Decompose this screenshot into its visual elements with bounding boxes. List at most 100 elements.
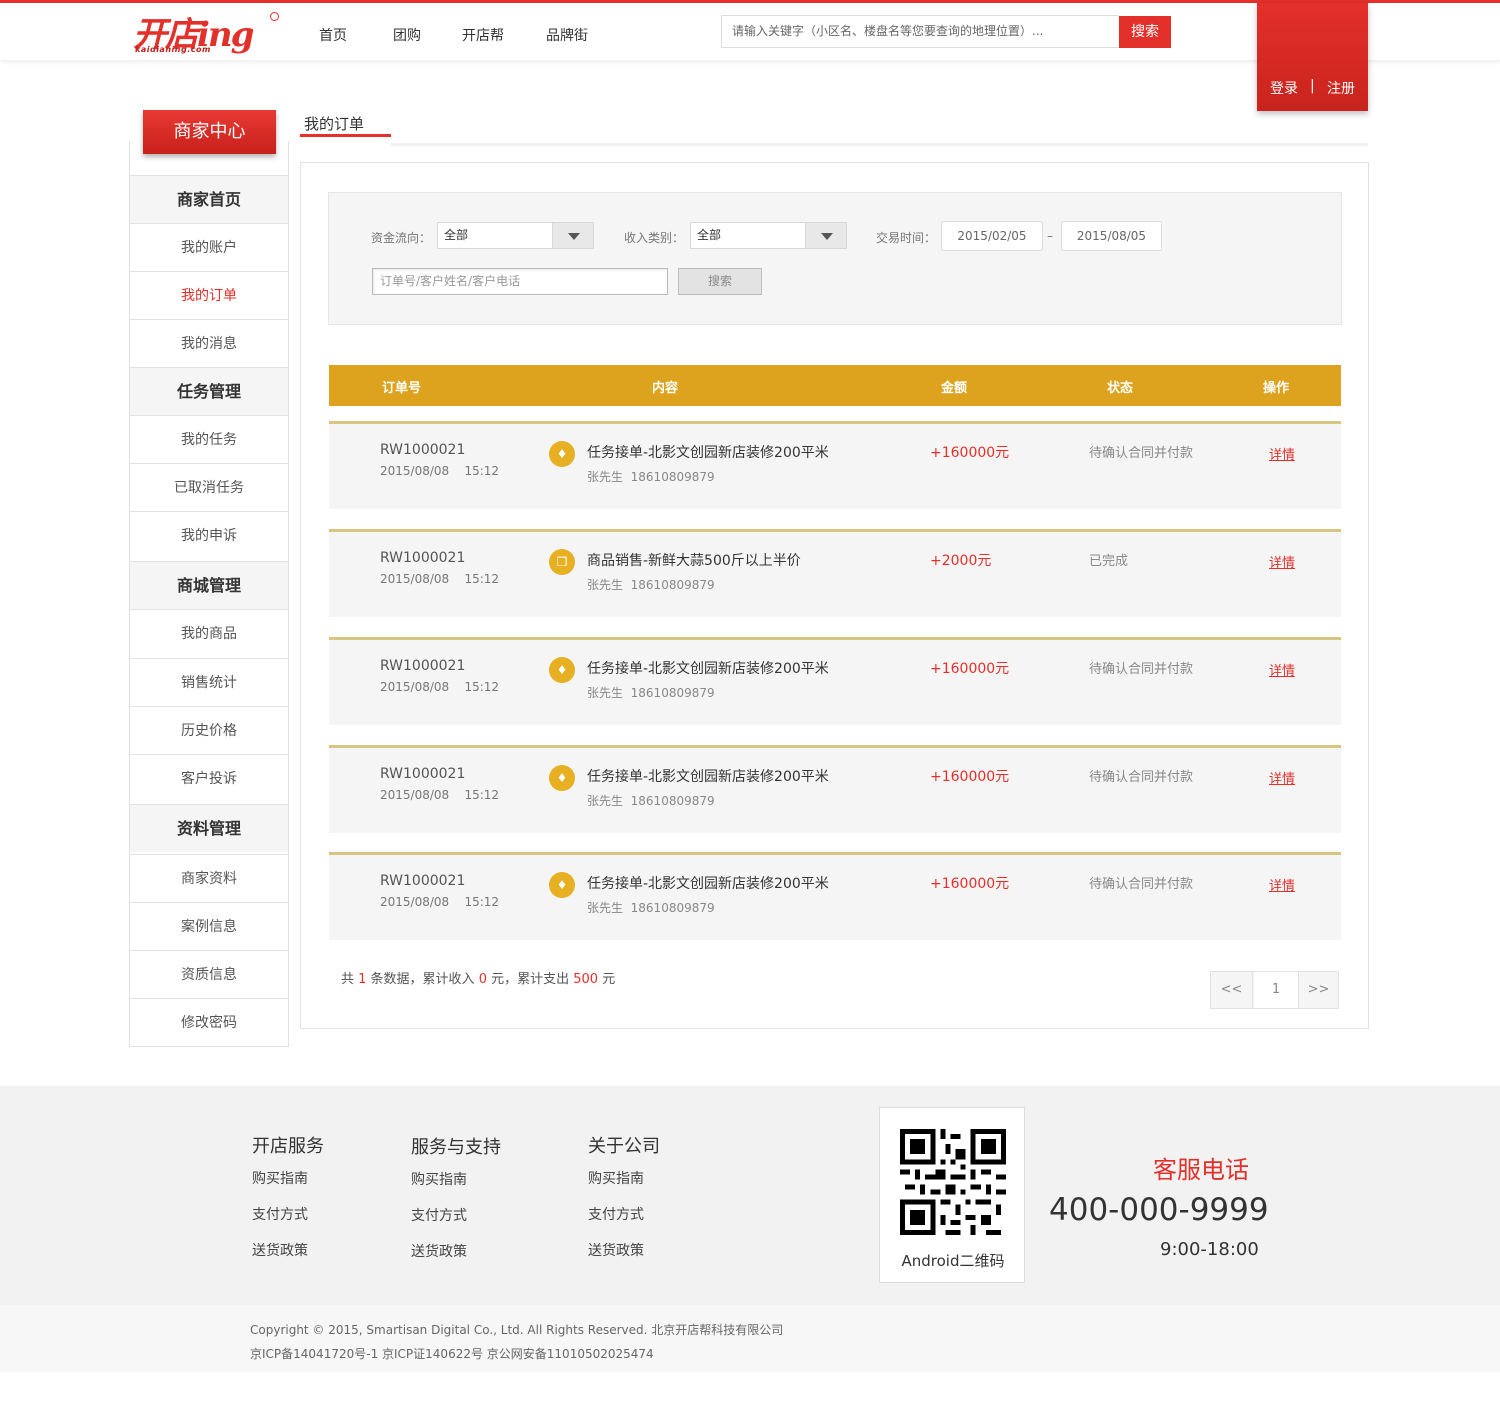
- sidebar-item-my-messages[interactable]: 我的消息: [130, 319, 288, 367]
- col-status: 状态: [1107, 381, 1134, 396]
- tag-icon: ♦: [549, 441, 575, 467]
- trade-time-label: 交易时间：: [876, 231, 937, 245]
- sidebar-item-price-history[interactable]: 历史价格: [130, 706, 288, 754]
- footer-link[interactable]: 送货政策: [252, 1240, 308, 1260]
- footer-link[interactable]: 购买指南: [588, 1168, 644, 1188]
- sidebar-item-change-password[interactable]: 修改密码: [130, 998, 288, 1046]
- qr-code-icon: [900, 1129, 1006, 1235]
- sidebar-item-my-appeals[interactable]: 我的申诉: [130, 511, 288, 559]
- nav-group-buy[interactable]: 团购: [393, 25, 421, 45]
- logo-domain: kaidianing.com: [135, 45, 211, 54]
- nav-kaidianbang[interactable]: 开店帮: [462, 25, 504, 45]
- order-id: RW1000021: [380, 873, 466, 889]
- order-customer: 张先生 18610809879: [587, 686, 715, 700]
- sidebar-title: 商家中心: [143, 110, 276, 154]
- col-amount: 金额: [941, 381, 968, 396]
- site-logo[interactable]: 开店ing kaidianing.com: [133, 12, 279, 57]
- footer-link[interactable]: 送货政策: [588, 1240, 644, 1260]
- detail-link[interactable]: 详情: [1269, 444, 1295, 463]
- sidebar-group-merchant-home[interactable]: 商家首页: [130, 175, 288, 223]
- icp-text: 京ICP备14041720号-1 京ICP证140622号 京公网安备11010…: [250, 1347, 654, 1361]
- sidebar-item-cancelled-tasks[interactable]: 已取消任务: [130, 463, 288, 511]
- sidebar-item-merchant-profile[interactable]: 商家资料: [130, 854, 288, 902]
- sidebar-item-my-orders[interactable]: 我的订单: [130, 271, 288, 319]
- footer-link[interactable]: 送货政策: [411, 1241, 467, 1261]
- detail-link[interactable]: 详情: [1269, 875, 1295, 894]
- detail-link[interactable]: 详情: [1269, 768, 1295, 787]
- date-to-input[interactable]: 2015/08/05: [1061, 221, 1162, 251]
- footer-link[interactable]: 支付方式: [252, 1204, 308, 1224]
- income-type-select[interactable]: 全部: [690, 222, 847, 249]
- flow-select[interactable]: 全部: [437, 222, 594, 249]
- login-link[interactable]: 登录: [1270, 78, 1298, 98]
- order-amount: +160000元: [930, 445, 1010, 461]
- register-link[interactable]: 注册: [1327, 78, 1355, 98]
- orders-summary: 共 1 条数据，累计收入 0 元，累计支出 500 元: [341, 972, 616, 987]
- col-action: 操作: [1263, 381, 1290, 396]
- date-from-input[interactable]: 2015/02/05: [941, 221, 1043, 251]
- keyword-search-input[interactable]: 订单号/客户姓名/客户电话: [372, 268, 668, 295]
- header-search-input[interactable]: 请输入关键字（小区名、楼盘名等您要查询的地理位置）...: [721, 15, 1119, 48]
- logo-tm: [270, 12, 279, 21]
- goods-icon: ❐: [549, 549, 575, 575]
- service-hours: 9:00-18:00: [1160, 1239, 1259, 1260]
- pager-prev[interactable]: <<: [1211, 972, 1253, 1008]
- login-separator: |: [1310, 78, 1315, 94]
- table-row: RW1000021 2015/08/08 15:12 ❐ 商品销售-新鲜大蒜50…: [329, 529, 1341, 617]
- table-row: RW1000021 2015/08/08 15:12 ♦ 任务接单-北影文创园新…: [329, 852, 1341, 940]
- login-panel: 登录 | 注册: [1257, 3, 1368, 111]
- detail-link[interactable]: 详情: [1269, 552, 1295, 571]
- chevron-down-icon: [805, 223, 846, 248]
- pager-page-1[interactable]: 1: [1254, 972, 1298, 1008]
- chevron-down-icon: [552, 223, 593, 248]
- income-type-label: 收入类别：: [624, 231, 685, 245]
- nav-brand-street[interactable]: 品牌街: [546, 25, 588, 45]
- page-title-underline: [300, 134, 391, 137]
- footer-link[interactable]: 购买指南: [411, 1169, 467, 1189]
- col-content: 内容: [652, 381, 679, 396]
- sidebar-item-sales-stats[interactable]: 销售统计: [130, 658, 288, 706]
- order-status: 待确认合同并付款: [1089, 770, 1194, 785]
- copyright-text: Copyright © 2015, Smartisan Digital Co.,…: [250, 1323, 784, 1337]
- page-title: 我的订单: [304, 115, 365, 133]
- date-separator: –: [1047, 229, 1053, 243]
- footer-col-title: 开店服务: [252, 1136, 324, 1157]
- table-row: RW1000021 2015/08/08 15:12 ♦ 任务接单-北影文创园新…: [329, 421, 1341, 509]
- sidebar-item-my-products[interactable]: 我的商品: [130, 609, 288, 657]
- order-customer: 张先生 18610809879: [587, 901, 715, 915]
- order-datetime: 2015/08/08 15:12: [380, 680, 500, 694]
- order-customer: 张先生 18610809879: [587, 794, 715, 808]
- sidebar-item-my-account[interactable]: 我的账户: [130, 223, 288, 271]
- order-id: RW1000021: [380, 658, 466, 674]
- detail-link[interactable]: 详情: [1269, 660, 1295, 679]
- sidebar-group-task-management[interactable]: 任务管理: [130, 367, 288, 415]
- footer-link[interactable]: 支付方式: [588, 1204, 644, 1224]
- order-customer: 张先生 18610809879: [587, 470, 715, 484]
- order-title: 任务接单-北影文创园新店装修200平米: [587, 876, 829, 892]
- order-title: 任务接单-北影文创园新店装修200平米: [587, 769, 829, 785]
- header-search-button[interactable]: 搜索: [1119, 16, 1171, 48]
- sidebar: 商家首页 我的账户 我的订单 我的消息 任务管理 我的任务 已取消任务 我的申诉…: [129, 141, 289, 1047]
- orders-table-header: 订单号 内容 金额 状态 操作: [329, 365, 1341, 406]
- sidebar-item-complaints[interactable]: 客户投诉: [130, 754, 288, 802]
- filter-search-button[interactable]: 搜索: [678, 268, 762, 295]
- order-datetime: 2015/08/08 15:12: [380, 895, 500, 909]
- footer-link[interactable]: 支付方式: [411, 1205, 467, 1225]
- page-title-divider: [391, 143, 1368, 146]
- flow-label: 资金流向：: [371, 231, 432, 245]
- footer-link[interactable]: 购买指南: [252, 1168, 308, 1188]
- tag-icon: ♦: [549, 765, 575, 791]
- qr-code-label: Android二维码: [901, 1252, 1005, 1270]
- sidebar-item-case-info[interactable]: 案例信息: [130, 902, 288, 950]
- site-footer: [0, 1086, 1500, 1305]
- sidebar-item-my-tasks[interactable]: 我的任务: [130, 415, 288, 463]
- order-title: 任务接单-北影文创园新店装修200平米: [587, 445, 829, 461]
- pager-next[interactable]: >>: [1298, 972, 1338, 1008]
- tag-icon: ♦: [549, 872, 575, 898]
- sidebar-group-profile-management[interactable]: 资料管理: [130, 804, 288, 852]
- sidebar-group-mall-management[interactable]: 商城管理: [130, 561, 288, 609]
- flow-select-value: 全部: [444, 228, 469, 242]
- table-row: RW1000021 2015/08/08 15:12 ♦ 任务接单-北影文创园新…: [329, 745, 1341, 833]
- sidebar-item-qualification[interactable]: 资质信息: [130, 950, 288, 998]
- nav-home[interactable]: 首页: [319, 25, 347, 45]
